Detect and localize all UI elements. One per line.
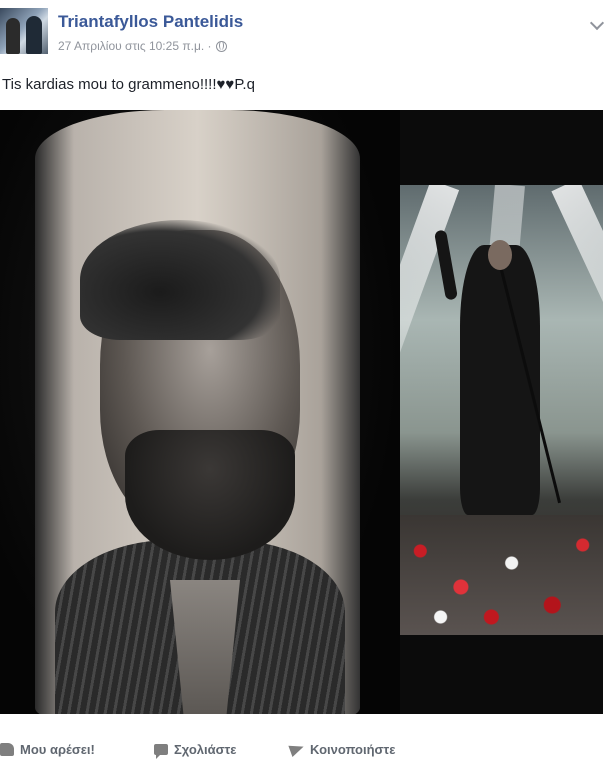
share-label: Κοινοποιήστε	[310, 741, 396, 757]
stage-light	[551, 185, 603, 464]
comment-label: Σχολιάστε	[174, 741, 237, 757]
singer-arm	[434, 229, 458, 301]
globe-icon[interactable]	[215, 40, 227, 52]
tattoo-photo	[0, 110, 400, 714]
post-text: Tis kardias mou to grammeno!!!!♥♥P.q	[2, 76, 255, 93]
singer-head	[488, 240, 512, 270]
like-button[interactable]: Μου αρέσει!	[0, 742, 95, 757]
post-timestamp[interactable]: 27 Απριλίου στις 10:25 π.μ. ·	[58, 39, 212, 53]
chevron-down-icon[interactable]	[589, 15, 605, 31]
avatar[interactable]	[0, 8, 48, 54]
tattoo-hair	[80, 220, 280, 340]
post-meta: 27 Απριλίου στις 10:25 π.μ. ·	[58, 39, 227, 53]
stage-flowers	[400, 515, 603, 635]
avatar-figure-left	[6, 18, 20, 54]
like-label: Μου αρέσει!	[20, 741, 95, 757]
comment-icon	[154, 743, 168, 759]
concert-photo	[400, 185, 603, 635]
tattoo-beard	[125, 430, 295, 560]
avatar-figure-right	[26, 16, 42, 54]
post-actions: Μου αρέσει! Σχολιάστε Κοινοποιήστε	[0, 734, 616, 764]
share-icon	[288, 740, 306, 758]
post-header: Triantafyllos Pantelidis 27 Απριλίου στι…	[0, 0, 616, 66]
stage-light	[400, 185, 460, 473]
comment-button[interactable]: Σχολιάστε	[154, 741, 237, 759]
thumbs-up-icon	[0, 742, 14, 756]
post-photo[interactable]	[0, 110, 603, 714]
share-button[interactable]: Κοινοποιήστε	[288, 740, 396, 758]
author-name[interactable]: Triantafyllos Pantelidis	[58, 12, 243, 32]
